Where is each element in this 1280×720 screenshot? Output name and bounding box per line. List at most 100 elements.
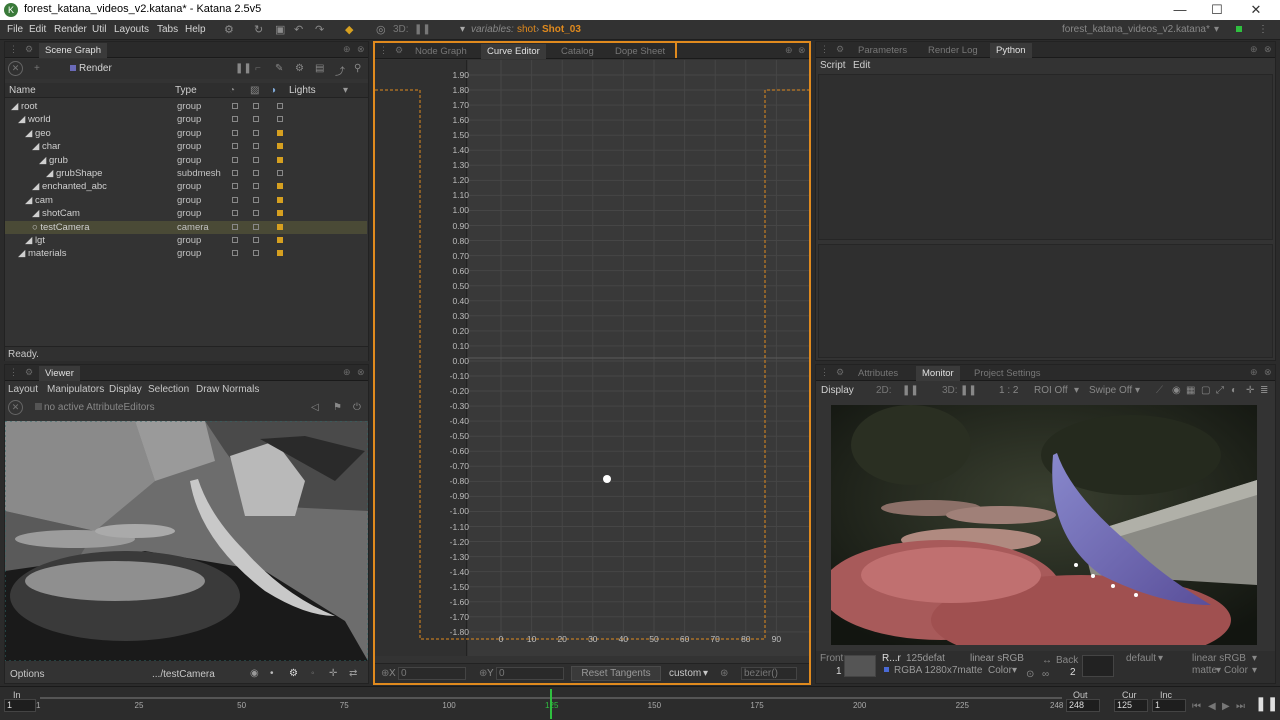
save-icon[interactable]: ▣ [275, 23, 285, 36]
share-icon[interactable]: ⇄ [349, 668, 357, 679]
menu-util[interactable]: Util [92, 24, 106, 35]
python-menu-script[interactable]: Script [820, 60, 846, 71]
visibility-checkbox[interactable] [232, 129, 238, 136]
light-link-icon[interactable] [277, 116, 283, 123]
tab-python[interactable]: Python [990, 43, 1032, 58]
lock-icon[interactable]: ⌐ [255, 63, 261, 74]
project-dropdown[interactable]: forest_katana_videos_v2.katana* [1062, 24, 1210, 35]
panel-close-icon[interactable]: ⊗ [1264, 44, 1272, 55]
column-lights[interactable]: Lights [289, 85, 316, 96]
inc-field[interactable]: 1 [1152, 699, 1186, 712]
swipe-dropdown-arrow[interactable]: ▾ [1135, 385, 1140, 396]
compare-icon[interactable]: ⊙ [1026, 669, 1034, 680]
python-output-area[interactable] [818, 74, 1273, 240]
clear-icon[interactable]: ✕ [8, 61, 23, 76]
viewer-menu-display[interactable]: Display [109, 384, 142, 395]
play-icon[interactable]: ▶ [1222, 701, 1230, 712]
move-icon[interactable]: ✛ [329, 668, 337, 679]
visibility-checkbox[interactable] [232, 250, 238, 257]
default-dropdown[interactable]: default [1126, 653, 1156, 664]
table-row[interactable]: ◢ geo group [5, 127, 367, 140]
menu-help[interactable]: Help [185, 24, 206, 35]
render-checkbox[interactable] [253, 250, 259, 257]
camera-icon[interactable]: ◁ [311, 402, 319, 413]
render-button[interactable]: Render [79, 63, 112, 74]
close-button[interactable]: ✕ [1236, 0, 1276, 20]
roi-dropdown[interactable]: ROI Off [1034, 385, 1068, 396]
table-row[interactable]: ◢ root group [5, 100, 367, 113]
render-checkbox[interactable] [253, 129, 259, 136]
render-checkbox[interactable] [253, 116, 259, 123]
view-icon[interactable]: ◐ [1231, 385, 1237, 396]
menu-options-icon[interactable]: ⋮ [1258, 24, 1268, 35]
light-link-icon[interactable] [277, 170, 283, 176]
grip-icon[interactable]: ⋮ [9, 44, 18, 55]
matte-dropdown[interactable]: matte [1192, 665, 1217, 676]
render-checkbox[interactable] [253, 143, 259, 150]
menu-tabs[interactable]: Tabs [157, 24, 178, 35]
ratio-dropdown[interactable]: 1 : 2 [999, 385, 1018, 396]
render-checkbox[interactable] [253, 170, 259, 176]
expression-field[interactable]: bezier() [741, 667, 797, 680]
tab-render-log[interactable]: Render Log [922, 43, 984, 58]
table-row[interactable]: ○ testCamera camera [5, 220, 367, 234]
default-dropdown-arrow[interactable]: ▾ [1158, 653, 1163, 664]
render-checkbox[interactable] [253, 210, 259, 217]
render-checkbox[interactable] [253, 196, 259, 203]
gear-icon[interactable]: ⚙ [289, 668, 298, 679]
visibility-checkbox[interactable] [232, 237, 238, 243]
render-checkbox[interactable] [253, 103, 259, 109]
light-link-icon[interactable] [277, 237, 283, 243]
visibility-checkbox[interactable] [232, 196, 238, 203]
pen-icon[interactable]: ⟋ [1156, 385, 1163, 396]
shot-value[interactable]: Shot_03 [542, 24, 581, 35]
linear-dropdown[interactable]: linear sRGB [1192, 653, 1246, 664]
render-checkbox[interactable] [253, 156, 259, 163]
linear-dropdown-arrow[interactable]: ▾ [1252, 653, 1257, 664]
viewer-menu-selection[interactable]: Selection [148, 384, 189, 395]
last-frame-icon[interactable]: ⏭ [1236, 701, 1245, 712]
panel-settings-icon[interactable]: ⚙ [25, 44, 33, 55]
table-row[interactable]: ◢ shotCam group [5, 207, 367, 220]
pause-2d-icon[interactable]: ❚❚ [902, 385, 919, 396]
light-link-icon[interactable] [277, 143, 283, 150]
redo-icon[interactable]: ↷ [315, 23, 324, 36]
lights-dropdown-icon[interactable]: ▾ [343, 85, 348, 96]
loop-icon[interactable]: ∞ [1042, 669, 1049, 680]
visibility-checkbox[interactable] [232, 116, 238, 123]
viewport-3d[interactable] [5, 421, 368, 661]
crosshair-icon[interactable]: ✛ [1246, 385, 1254, 396]
fit-icon[interactable]: ⤢ [1216, 385, 1224, 396]
timeline-cursor[interactable] [550, 689, 553, 719]
out-field[interactable]: 248 [1066, 699, 1100, 712]
table-row[interactable]: ◢ grubShape subdmesh [5, 167, 367, 180]
swipe-dropdown[interactable]: Swipe Off [1089, 385, 1132, 396]
light-link-icon[interactable] [277, 250, 283, 257]
dot-icon[interactable]: • [270, 668, 274, 679]
camera-path[interactable]: .../testCamera [152, 669, 215, 680]
color-dropdown[interactable]: Color [988, 665, 1012, 676]
grip-icon[interactable]: ⋮ [820, 44, 829, 55]
in-field[interactable]: 1 [4, 699, 36, 712]
variables-dropdown-icon[interactable]: ▾ [460, 24, 465, 35]
pause-icon[interactable]: ❚❚ [414, 24, 431, 35]
tab-viewer[interactable]: Viewer [39, 366, 80, 381]
menu-file[interactable]: File [7, 24, 23, 35]
reset-tangents-button[interactable]: Reset Tangents [571, 666, 661, 681]
tab-parameters[interactable]: Parameters [852, 43, 913, 58]
pin-checkbox[interactable] [35, 403, 42, 410]
y-value-field[interactable]: 0 [496, 667, 564, 680]
project-dropdown-arrow[interactable]: ▾ [1214, 24, 1219, 35]
prev-frame-icon[interactable]: ◀ [1208, 701, 1216, 712]
table-row[interactable]: ◢ enchanted_abc group [5, 180, 367, 193]
front-swatch[interactable] [844, 655, 876, 677]
visibility-checkbox[interactable] [232, 210, 238, 217]
tab-attributes[interactable]: Attributes [852, 366, 904, 381]
viewer-menu-draw-normals[interactable]: Draw Normals [196, 384, 259, 395]
link-icon[interactable]: ⤴ [335, 63, 345, 78]
pause-3d-icon[interactable]: ❚❚ [960, 385, 977, 396]
light-link-icon[interactable] [277, 183, 283, 190]
table-row[interactable]: ◢ lgt group [5, 234, 367, 247]
first-frame-icon[interactable]: ⏮ [1192, 701, 1201, 712]
menu-render[interactable]: Render [54, 24, 87, 35]
